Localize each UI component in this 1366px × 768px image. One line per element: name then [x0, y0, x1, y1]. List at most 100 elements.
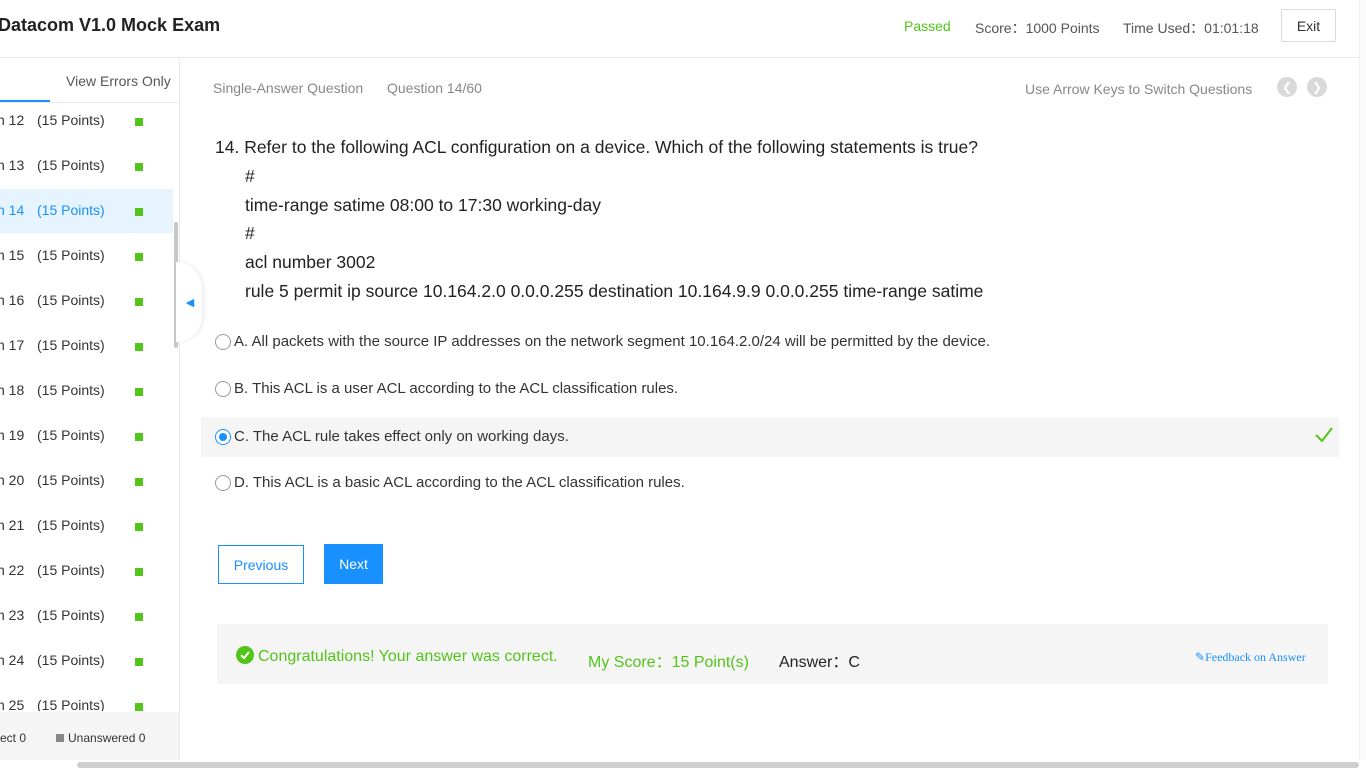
total-score: Score：1000 Points [975, 20, 1100, 36]
option-text: C. The ACL rule takes effect only on wor… [234, 428, 569, 445]
sidebar-question-item[interactable]: n 17 (15 Points) [0, 324, 173, 368]
question-points: (15 Points) [37, 247, 105, 263]
code-line: time-range satime 08:00 to 17:30 working… [245, 194, 602, 215]
option-text: D. This ACL is a basic ACL according to … [234, 474, 685, 491]
question-number: n 21 [0, 517, 25, 533]
question-number: n 16 [0, 292, 25, 308]
radio-button[interactable] [215, 381, 231, 397]
question-number: n 20 [0, 472, 25, 488]
question-number: n 18 [0, 382, 25, 398]
sidebar-question-item[interactable]: n 25 (15 Points) [0, 684, 173, 711]
question-type: Single-Answer Question [213, 80, 364, 96]
correct-count: ect 0 [0, 731, 27, 745]
option-d[interactable]: D. This ACL is a basic ACL according to … [201, 463, 1339, 503]
sidebar-tabs: View Errors Only [0, 59, 179, 103]
answered-status-icon [135, 253, 143, 261]
sidebar-question-item[interactable]: n 12 (15 Points) [0, 99, 173, 143]
question-number: n 14 [0, 202, 25, 218]
feedback-link[interactable]: ✎Feedback on Answer [1195, 650, 1306, 665]
question-points: (15 Points) [37, 157, 105, 173]
sidebar-question-item[interactable]: n 19 (15 Points) [0, 414, 173, 458]
sidebar-question-item[interactable]: n 16 (15 Points) [0, 279, 173, 323]
correct-check-icon [1315, 427, 1333, 443]
question-points: (15 Points) [37, 112, 105, 128]
question-number: n 22 [0, 562, 25, 578]
sidebar-question-item[interactable]: n 13 (15 Points) [0, 144, 173, 188]
unanswered-legend-icon [56, 734, 64, 742]
option-b[interactable]: B. This ACL is a user ACL according to t… [201, 369, 1339, 409]
radio-button[interactable] [215, 334, 231, 350]
answered-status-icon [135, 433, 143, 441]
answered-status-icon [135, 523, 143, 531]
page-vertical-scrollbar[interactable] [1359, 0, 1366, 760]
code-line: # [245, 223, 255, 244]
answered-status-icon [135, 298, 143, 306]
caret-left-icon: ◀ [185, 296, 195, 309]
question-points: (15 Points) [37, 427, 105, 443]
question-points: (15 Points) [37, 517, 105, 533]
sidebar-question-item[interactable]: n 14 (15 Points) [0, 189, 173, 233]
answered-status-icon [135, 568, 143, 576]
check-circle-icon [236, 646, 254, 664]
exam-title: Datacom V1.0 Mock Exam [0, 15, 221, 35]
unanswered-label: Unanswered 0 [68, 731, 146, 745]
radio-button[interactable] [215, 429, 231, 445]
my-score: My Score：15 Point(s) [588, 654, 749, 671]
sidebar-question-item[interactable]: n 21 (15 Points) [0, 504, 173, 548]
next-question-icon[interactable]: ❯ [1307, 77, 1327, 97]
arrow-key-hint: Use Arrow Keys to Switch Questions [1025, 81, 1253, 97]
sidebar-question-item[interactable]: n 15 (15 Points) [0, 234, 173, 278]
option-text: B. This ACL is a user ACL according to t… [234, 380, 679, 397]
option-text: A. All packets with the source IP addres… [234, 333, 990, 350]
question-points: (15 Points) [37, 472, 105, 488]
sidebar-question-item[interactable]: n 20 (15 Points) [0, 459, 173, 503]
time-used: Time Used：01:01:18 [1123, 20, 1259, 36]
question-number: n 19 [0, 427, 25, 443]
answer-result-panel: Congratulations! Your answer was correct… [217, 624, 1328, 684]
question-number: n 13 [0, 157, 25, 173]
congrats-message: Congratulations! Your answer was correct… [258, 648, 558, 665]
tab-view-errors-only[interactable]: View Errors Only [66, 73, 171, 89]
answered-status-icon [135, 478, 143, 486]
question-points: (15 Points) [37, 562, 105, 578]
question-text: 14. Refer to the following ACL configura… [215, 137, 978, 157]
answered-status-icon [135, 118, 143, 126]
answered-status-icon [135, 703, 143, 711]
code-line: acl number 3002 [245, 252, 376, 273]
question-points: (15 Points) [37, 202, 105, 218]
exit-button[interactable]: Exit [1281, 9, 1336, 42]
sidebar-question-item[interactable]: n 22 (15 Points) [0, 549, 173, 593]
correct-answer: Answer：C [779, 654, 860, 671]
radio-button[interactable] [215, 475, 231, 491]
edit-icon: ✎ [1195, 650, 1206, 664]
previous-button[interactable]: Previous [218, 545, 304, 584]
option-c[interactable]: C. The ACL rule takes effect only on wor… [201, 417, 1339, 457]
question-number: n 24 [0, 652, 25, 668]
question-number: n 17 [0, 337, 25, 353]
question-number: n 12 [0, 112, 25, 128]
sidebar-question-item[interactable]: n 24 (15 Points) [0, 639, 173, 683]
page-horizontal-scrollbar[interactable] [77, 762, 1359, 768]
answered-status-icon [135, 343, 143, 351]
question-number: n 23 [0, 607, 25, 623]
sidebar-question-item[interactable]: n 18 (15 Points) [0, 369, 173, 413]
question-points: (15 Points) [37, 607, 105, 623]
question-points: (15 Points) [37, 292, 105, 308]
question-points: (15 Points) [37, 382, 105, 398]
top-header: Datacom V1.0 Mock Exam Passed Score：1000… [0, 0, 1366, 58]
sidebar-question-item[interactable]: n 23 (15 Points) [0, 594, 173, 638]
sidebar-collapse-handle[interactable]: ◀ [176, 262, 202, 342]
question-points: (15 Points) [37, 337, 105, 353]
option-a[interactable]: A. All packets with the source IP addres… [201, 322, 1339, 362]
prev-question-icon[interactable]: ❮ [1277, 77, 1297, 97]
acl-config-code: # time-range satime 08:00 to 17:30 workin… [215, 162, 1325, 306]
question-counter: Question 14/60 [387, 80, 482, 96]
answered-status-icon [135, 388, 143, 396]
unanswered-count: Unanswered 0 [56, 731, 145, 745]
question-number: n 25 [0, 697, 25, 711]
question-sidebar: View Errors Only n 12 (15 Points) n 13 (15 … [0, 59, 180, 768]
question-points: (15 Points) [37, 652, 105, 668]
next-button[interactable]: Next [324, 544, 383, 584]
question-list: n 12 (15 Points) n 13 (15 Points) n 14 (15 Po… [0, 99, 173, 711]
feedback-label: Feedback on Answer [1205, 650, 1306, 664]
